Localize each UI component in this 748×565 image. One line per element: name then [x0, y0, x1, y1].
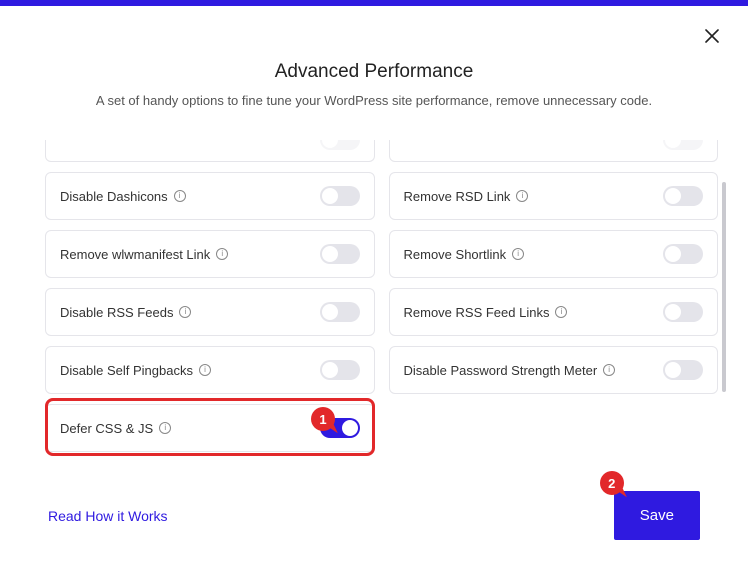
toggle-knob — [322, 304, 338, 320]
option-label: Remove wlwmanifest Link i — [60, 247, 228, 262]
toggle-knob — [665, 188, 681, 204]
toggle-knob — [322, 246, 338, 262]
option-card: Disable Dashicons i — [45, 172, 375, 220]
right-column: Remove RSD LinkiRemove ShortlinkiRemove … — [389, 140, 719, 465]
option-card: Remove Shortlink i — [389, 230, 719, 278]
info-icon[interactable]: i — [516, 190, 528, 202]
page-title: Advanced Performance — [0, 61, 748, 83]
info-icon[interactable]: i — [512, 248, 524, 260]
info-icon[interactable]: i — [216, 248, 228, 260]
option-label: Remove RSD Link i — [404, 189, 529, 204]
option-label: Remove Shortlink i — [404, 247, 525, 262]
info-icon[interactable]: i — [603, 364, 615, 376]
toggle-switch[interactable] — [663, 360, 703, 380]
toggle-switch[interactable] — [320, 360, 360, 380]
option-label-text: Disable RSS Feeds — [60, 305, 173, 320]
info-icon[interactable]: i — [199, 364, 211, 376]
option-label-text: Remove wlwmanifest Link — [60, 247, 210, 262]
page-subtitle: A set of handy options to fine tune your… — [0, 93, 748, 108]
toggle-knob — [665, 362, 681, 378]
save-button[interactable]: Save 2 — [614, 491, 700, 540]
toggle-switch[interactable] — [663, 186, 703, 206]
toggle-switch[interactable] — [663, 244, 703, 264]
toggle-switch[interactable] — [320, 140, 360, 150]
info-icon[interactable]: i — [174, 190, 186, 202]
info-icon[interactable]: i — [179, 306, 191, 318]
toggle-switch[interactable] — [320, 244, 360, 264]
option-label-text: Disable Self Pingbacks — [60, 363, 193, 378]
option-card: Disable RSS Feeds i — [45, 288, 375, 336]
option-label: Disable Dashicons i — [60, 189, 186, 204]
option-label-text: Disable Dashicons — [60, 189, 168, 204]
option-card: Remove RSS Feed Links i — [389, 288, 719, 336]
option-label-text: Remove RSD Link — [404, 189, 511, 204]
toggle-knob — [342, 420, 358, 436]
info-icon[interactable]: i — [555, 306, 567, 318]
toggle-switch[interactable] — [663, 302, 703, 322]
close-button[interactable] — [702, 28, 722, 48]
annotation-marker-1: 1 — [311, 407, 335, 431]
option-card: Disable Password Strength Meter i — [389, 346, 719, 394]
toggle-switch[interactable] — [663, 140, 703, 150]
option-label: Disable Password Strength Meter i — [404, 363, 616, 378]
toggle-knob — [322, 188, 338, 204]
option-card-partial — [389, 140, 719, 162]
option-card: Remove wlwmanifest Link i — [45, 230, 375, 278]
toggle-knob — [665, 246, 681, 262]
modal-footer: Read How it Works Save 2 — [48, 491, 700, 540]
option-card-partial — [45, 140, 375, 162]
toggle-switch[interactable] — [320, 186, 360, 206]
option-card: Remove RSD Link i — [389, 172, 719, 220]
option-label-text: Remove RSS Feed Links — [404, 305, 550, 320]
option-label-text: Defer CSS & JS — [60, 421, 153, 436]
toggle-knob — [322, 362, 338, 378]
close-icon — [705, 29, 719, 48]
option-label-text: Disable Password Strength Meter — [404, 363, 598, 378]
option-label: Disable RSS Feeds i — [60, 305, 191, 320]
toggle-switch[interactable] — [320, 302, 360, 322]
option-label-text: Remove Shortlink — [404, 247, 507, 262]
scrollbar[interactable] — [722, 182, 726, 392]
option-card: Disable Self Pingbacks i — [45, 346, 375, 394]
option-label: Remove RSS Feed Links i — [404, 305, 568, 320]
option-label: Disable Self Pingbacks i — [60, 363, 211, 378]
info-icon[interactable]: i — [159, 422, 171, 434]
toggle-knob — [665, 304, 681, 320]
modal-header: Advanced Performance A set of handy opti… — [0, 6, 748, 108]
options-area: Disable DashiconsiRemove wlwmanifest Lin… — [45, 140, 718, 465]
option-label: Defer CSS & JS i — [60, 421, 171, 436]
how-it-works-link[interactable]: Read How it Works — [48, 508, 168, 524]
annotation-marker-2: 2 — [600, 471, 624, 495]
